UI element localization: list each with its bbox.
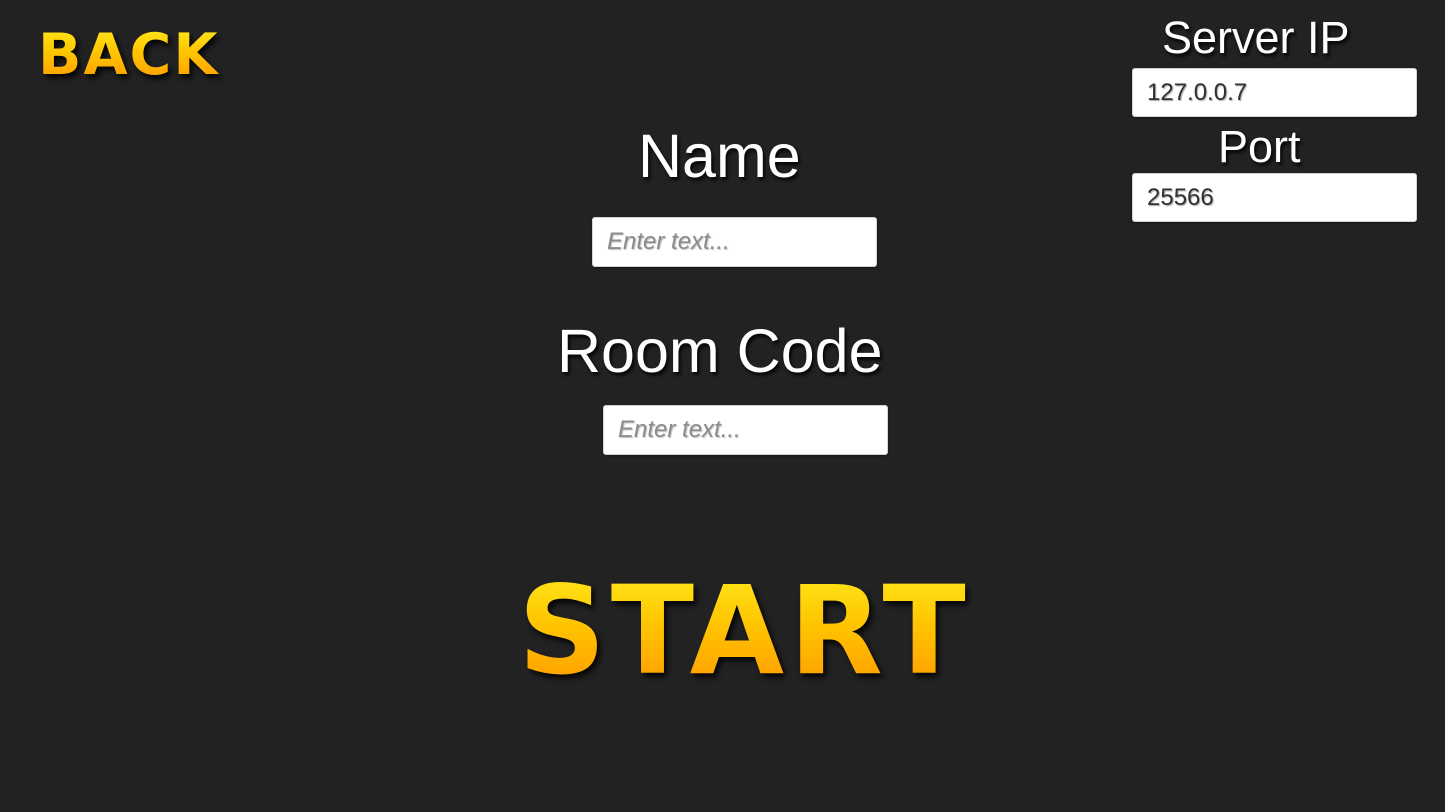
port-label: Port bbox=[1218, 121, 1301, 172]
port-input[interactable] bbox=[1132, 173, 1417, 222]
start-button[interactable]: START bbox=[518, 570, 971, 692]
name-input[interactable] bbox=[592, 217, 877, 267]
server-ip-input[interactable] bbox=[1132, 68, 1417, 117]
server-ip-label: Server IP bbox=[1162, 12, 1350, 63]
name-label: Name bbox=[638, 122, 801, 190]
room-code-input[interactable] bbox=[603, 405, 888, 455]
back-button[interactable]: BACK bbox=[38, 27, 220, 84]
room-code-label: Room Code bbox=[557, 317, 883, 385]
